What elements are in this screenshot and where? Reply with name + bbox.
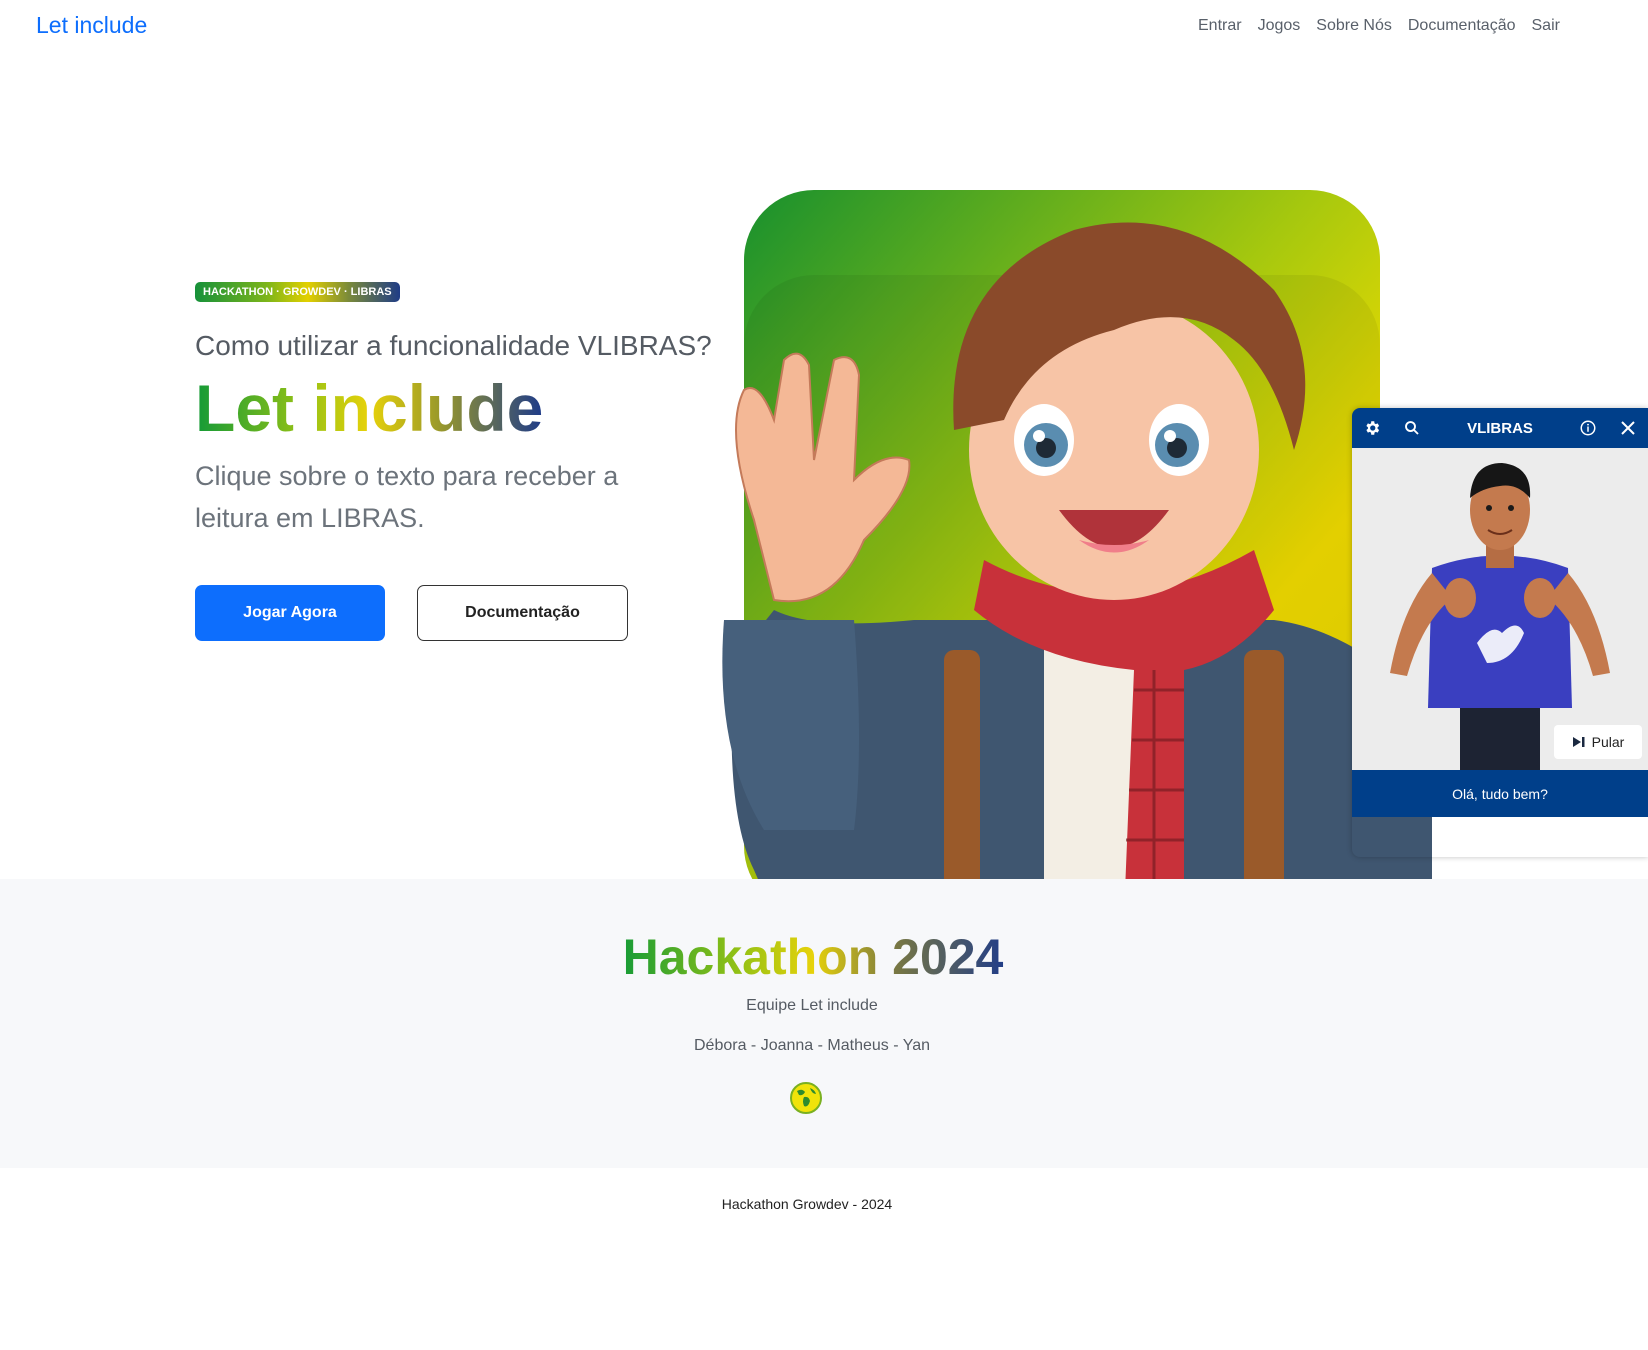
info-icon[interactable] [1568, 408, 1608, 448]
hero-title: Let include [195, 371, 544, 445]
main-nav: Entrar Jogos Sobre Nós Documentação Sair [1198, 17, 1560, 35]
hero-question: Como utilizar a funcionalidade VLIBRAS? [195, 330, 712, 361]
close-icon[interactable] [1608, 408, 1648, 448]
team-name: Equipe Let include [746, 997, 878, 1014]
vlibras-title: VLIBRAS [1467, 419, 1533, 437]
hero-lead: Clique sobre o texto para receber a leit… [195, 461, 619, 533]
waving-boy-illustration [722, 190, 1432, 916]
nav-link-sair[interactable]: Sair [1532, 17, 1560, 35]
globe-icon[interactable] [790, 1082, 822, 1114]
libras-avatar [1390, 463, 1610, 770]
play-now-button[interactable]: Jogar Agora [195, 585, 385, 641]
brand-link[interactable]: Let include [36, 12, 147, 39]
nav-link-sobre[interactable]: Sobre Nós [1316, 17, 1392, 35]
vlibras-header: VLIBRAS [1352, 408, 1648, 448]
documentation-button[interactable]: Documentação [417, 585, 628, 641]
gear-icon[interactable] [1352, 408, 1392, 448]
nav-link-entrar[interactable]: Entrar [1198, 17, 1242, 35]
vlibras-caption: Olá, tudo bem? [1352, 770, 1648, 817]
hackathon-badge: HACKATHON · GROWDEV · LIBRAS [195, 282, 400, 302]
vlibras-avatar-area: Pular [1352, 448, 1648, 770]
search-icon[interactable] [1392, 408, 1432, 448]
skip-icon [1572, 737, 1585, 747]
nav-link-jogos[interactable]: Jogos [1258, 17, 1301, 35]
skip-label: Pular [1591, 734, 1625, 750]
team-members: Débora - Joanna - Matheus - Yan [694, 1037, 930, 1054]
nav-link-documentacao[interactable]: Documentação [1408, 17, 1516, 35]
hackathon-title: Hackathon 2024 [618, 928, 1008, 986]
footer-copyright: Hackathon Growdev - 2024 [721, 1196, 893, 1212]
team-section [0, 879, 1648, 1168]
vlibras-widget: VLIBRAS Pular Olá, tudo bem? [1352, 408, 1648, 857]
skip-button[interactable]: Pular [1554, 725, 1642, 759]
